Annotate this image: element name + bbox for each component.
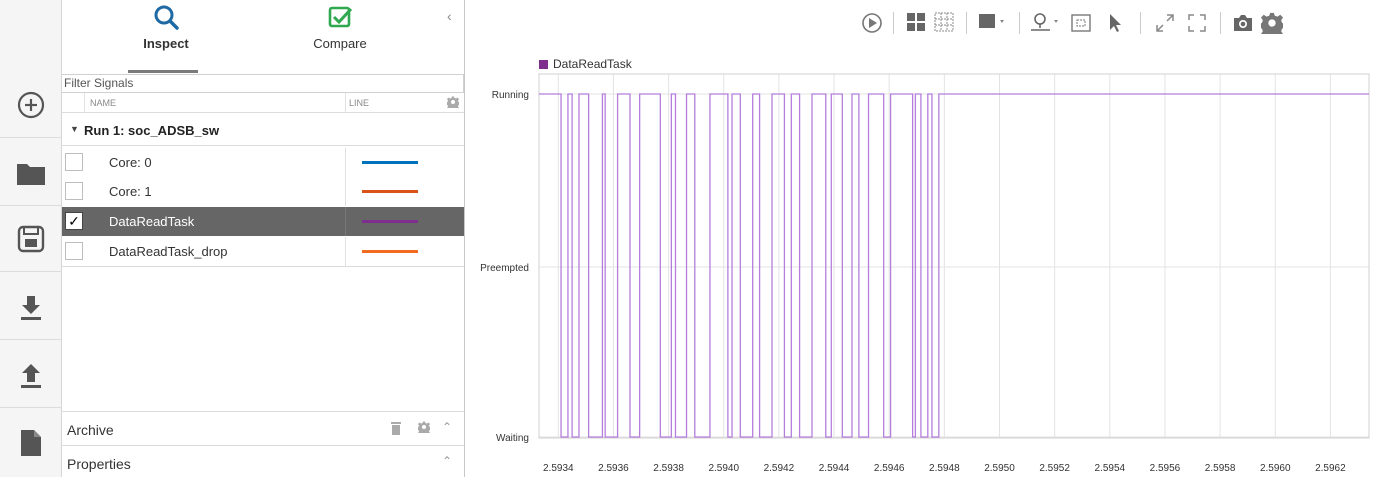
signal-panel: Inspect Compare ‹ Filter Signals NAME LI… — [62, 0, 465, 477]
expand-caret-icon[interactable]: ▼ — [70, 124, 79, 134]
x-tick-label: 2.5948 — [929, 463, 960, 474]
x-tick-label: 2.5952 — [1039, 463, 1070, 474]
upload-icon — [21, 363, 41, 388]
archive-label: Archive — [67, 422, 114, 438]
x-tick-label: 2.5942 — [764, 463, 795, 474]
tab-inspect[interactable]: Inspect — [130, 4, 202, 74]
open-button[interactable] — [0, 140, 62, 206]
signal-row-core-1[interactable]: Core: 1 — [62, 177, 464, 206]
report-button[interactable] — [0, 410, 62, 476]
signal-checkbox[interactable] — [65, 182, 83, 200]
y-tick-label: Running — [492, 90, 529, 101]
archive-section[interactable]: Archive ⌃ — [62, 411, 464, 445]
gear-icon[interactable] — [418, 421, 430, 433]
signal-checkbox[interactable] — [65, 242, 83, 260]
signal-row-datareadtask[interactable]: ✓ DataReadTask — [62, 207, 464, 236]
app-window: Inspect Compare ‹ Filter Signals NAME LI… — [0, 0, 1384, 477]
properties-label: Properties — [67, 456, 131, 472]
search-icon — [154, 5, 179, 30]
run-label: Run 1: soc_ADSB_sw — [84, 123, 220, 138]
chevron-up-icon[interactable]: ⌃ — [442, 454, 452, 468]
signal-row-datareadtask-drop[interactable]: DataReadTask_drop — [62, 237, 464, 266]
x-tick-label: 2.5960 — [1260, 463, 1291, 474]
import-button[interactable] — [0, 274, 62, 340]
chart-grid — [539, 74, 1369, 438]
trash-icon[interactable] — [390, 421, 402, 435]
signal-checkbox-checked[interactable]: ✓ — [65, 212, 83, 230]
run-row[interactable]: ▼ Run 1: soc_ADSB_sw — [62, 116, 464, 146]
tab-inspect-label: Inspect — [143, 36, 189, 51]
signal-label: DataReadTask_drop — [109, 244, 228, 259]
tab-compare-label: Compare — [313, 36, 367, 51]
checkbox-checked-icon — [328, 6, 353, 28]
x-tick-label: 2.5934 — [543, 463, 574, 474]
line-color-swatch[interactable] — [362, 250, 418, 253]
new-session-button[interactable] — [0, 72, 62, 138]
tab-compare[interactable]: Compare — [301, 4, 379, 74]
left-toolbar — [0, 0, 62, 477]
x-tick-label: 2.5950 — [984, 463, 1015, 474]
x-axis-labels: 2.5934 2.5936 2.5938 2.5940 2.5942 2.5944 2.59… — [543, 463, 1346, 474]
column-line-header[interactable]: LINE — [349, 98, 369, 108]
divider — [62, 266, 464, 267]
signal-label: Core: 1 — [109, 184, 152, 199]
properties-section[interactable]: Properties ⌃ — [62, 445, 464, 477]
x-tick-label: 2.5938 — [653, 463, 684, 474]
column-divider — [345, 93, 346, 113]
y-tick-label: Preempted — [480, 263, 529, 274]
column-divider — [345, 207, 346, 236]
chart[interactable]: WaitingPreemptedRunning 2.5934 2.5936 2.59… — [466, 0, 1384, 477]
save-icon — [17, 225, 45, 252]
x-tick-label: 2.5956 — [1150, 463, 1181, 474]
signal-row-core-0[interactable]: Core: 0 — [62, 148, 464, 177]
column-settings-icon[interactable] — [447, 96, 459, 108]
column-name-header[interactable]: NAME — [90, 98, 116, 108]
y-axis-labels: Waiting Preempted Running — [480, 90, 529, 444]
line-color-swatch[interactable] — [362, 190, 418, 193]
column-divider — [345, 177, 346, 206]
active-tab-indicator — [128, 70, 198, 73]
line-color-swatch[interactable] — [362, 161, 418, 164]
x-tick-label: 2.5940 — [708, 463, 739, 474]
x-tick-label: 2.5962 — [1315, 463, 1346, 474]
document-icon — [21, 430, 41, 456]
signal-table-header: NAME LINE — [62, 93, 464, 113]
x-tick-label: 2.5954 — [1095, 463, 1126, 474]
x-tick-label: 2.5958 — [1205, 463, 1236, 474]
export-button[interactable] — [0, 342, 62, 408]
plus-circle-icon — [17, 91, 45, 118]
x-tick-label: 2.5944 — [819, 463, 850, 474]
x-tick-label: 2.5946 — [874, 463, 905, 474]
column-divider — [345, 237, 346, 266]
collapse-panel-icon[interactable]: ‹ — [447, 8, 452, 24]
signal-label: DataReadTask — [109, 214, 195, 229]
plot-area: DataReadTask Waiting Preempted Running 2.5… — [466, 0, 1384, 477]
save-button[interactable] — [0, 206, 62, 272]
download-icon — [21, 295, 41, 320]
series-line-datareadtask — [539, 93, 1369, 438]
column-divider — [84, 93, 85, 113]
filter-placeholder: Filter Signals — [64, 76, 134, 90]
filter-signals-input[interactable]: Filter Signals — [62, 74, 464, 93]
column-divider — [345, 148, 346, 177]
folder-icon — [17, 163, 45, 185]
line-color-swatch[interactable] — [362, 220, 418, 223]
plot-frame — [538, 73, 1370, 439]
chevron-up-icon[interactable]: ⌃ — [442, 420, 452, 434]
y-tick-label: Waiting — [496, 433, 529, 444]
signal-label: Core: 0 — [109, 155, 152, 170]
x-tick-label: 2.5936 — [598, 463, 629, 474]
signal-checkbox[interactable] — [65, 153, 83, 171]
